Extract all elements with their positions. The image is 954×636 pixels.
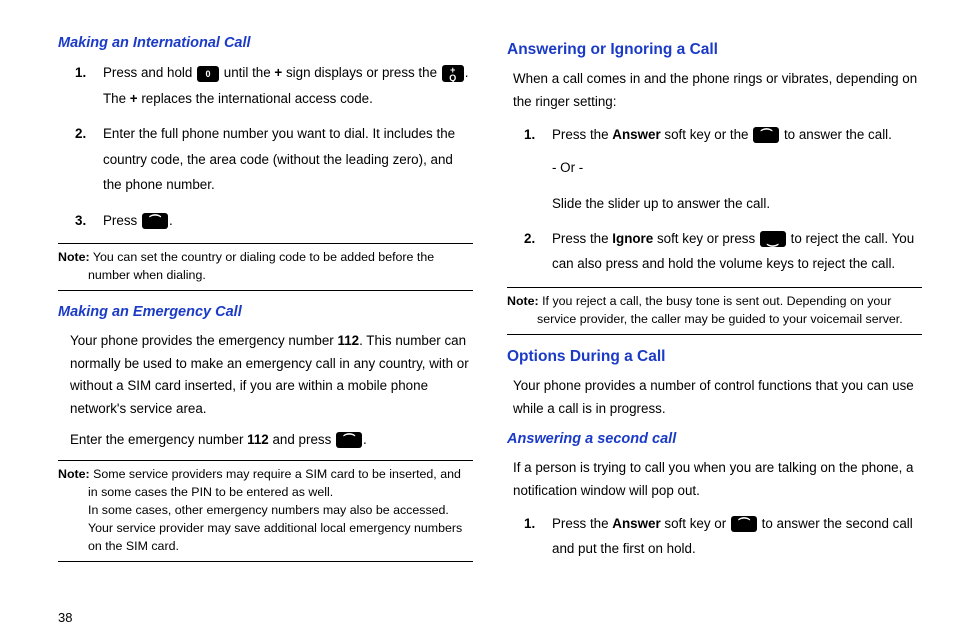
- step-1: Press the Answer soft key or the ⏜ to an…: [552, 122, 922, 216]
- note-text: If you reject a call, the busy tone is s…: [537, 294, 903, 326]
- page-number: 38: [0, 610, 954, 625]
- heading-answer-ignore: Answering or Ignoring a Call: [507, 38, 922, 62]
- note-reject-call: Note: If you reject a call, the busy ton…: [507, 287, 922, 335]
- text: Press and hold: [103, 65, 196, 80]
- text: to answer the call.: [780, 127, 892, 142]
- end-key-icon: ⏝: [760, 231, 786, 247]
- emergency-para-2: Enter the emergency number 112 and press…: [70, 429, 473, 452]
- step-1: Press the Answer soft key or ⏜ to answer…: [552, 511, 922, 562]
- note-label: Note:: [507, 294, 539, 308]
- second-call-intro: If a person is trying to call you when y…: [513, 457, 922, 503]
- text: soft key or the: [661, 127, 753, 142]
- text: Your phone provides the emergency number: [70, 333, 338, 348]
- manual-page: Making an International Call Press and h…: [0, 0, 954, 610]
- heading-intl-call: Making an International Call: [58, 32, 473, 54]
- text: Press the: [552, 516, 612, 531]
- left-column: Making an International Call Press and h…: [58, 30, 473, 600]
- text: Press: [103, 213, 141, 228]
- second-call-steps: Press the Answer soft key or ⏜ to answer…: [507, 511, 922, 562]
- heading-emergency-call: Making an Emergency Call: [58, 301, 473, 323]
- emergency-number: 112: [247, 432, 269, 447]
- step-1: Press and hold 0 until the + sign displa…: [103, 60, 473, 111]
- text: replaces the international access code.: [138, 91, 373, 106]
- text: Press the: [552, 231, 612, 246]
- text: until the: [220, 65, 274, 80]
- zero-key-icon: 0: [197, 66, 219, 82]
- note-label: Note:: [58, 467, 90, 481]
- call-key-icon: ⏜: [731, 516, 757, 532]
- text: .: [169, 213, 173, 228]
- note-sim-required: Note: Some service providers may require…: [58, 460, 473, 562]
- text: and press: [269, 432, 335, 447]
- emergency-number: 112: [338, 333, 360, 348]
- or-divider: - Or -: [552, 155, 922, 180]
- call-key-icon: ⏜: [753, 127, 779, 143]
- step-2: Press the Ignore soft key or press ⏝ to …: [552, 226, 922, 277]
- text: soft key or: [661, 516, 730, 531]
- note-text: Some service providers may require a SIM…: [88, 467, 461, 499]
- note-dialing-code: Note: You can set the country or dialing…: [58, 243, 473, 291]
- answer-key-label: Answer: [612, 127, 660, 142]
- call-key-icon: ⏜: [336, 432, 362, 448]
- slide-instruction: Slide the slider up to answer the call.: [552, 191, 922, 216]
- answer-key-label: Answer: [612, 516, 660, 531]
- emergency-para-1: Your phone provides the emergency number…: [70, 330, 473, 421]
- answer-intro: When a call comes in and the phone rings…: [513, 68, 922, 114]
- text: Press the: [552, 127, 612, 142]
- options-intro: Your phone provides a number of control …: [513, 375, 922, 421]
- intl-call-steps: Press and hold 0 until the + sign displa…: [58, 60, 473, 233]
- heading-options-during-call: Options During a Call: [507, 345, 922, 369]
- ignore-key-label: Ignore: [612, 231, 653, 246]
- note-label: Note:: [58, 250, 90, 264]
- text: .: [363, 432, 367, 447]
- text: sign displays or press the: [282, 65, 441, 80]
- plus-key-icon: +Q: [442, 65, 464, 82]
- note-text: In some cases, other emergency numbers m…: [58, 502, 473, 556]
- heading-second-call: Answering a second call: [507, 428, 922, 450]
- step-3: Press ⏜.: [103, 208, 473, 233]
- answer-steps: Press the Answer soft key or the ⏜ to an…: [507, 122, 922, 277]
- text: soft key or press: [653, 231, 759, 246]
- step-2: Enter the full phone number you want to …: [103, 121, 473, 197]
- plus-sign: +: [130, 91, 138, 106]
- text: Enter the emergency number: [70, 432, 247, 447]
- call-key-icon: ⏜: [142, 213, 168, 229]
- right-column: Answering or Ignoring a Call When a call…: [507, 30, 922, 600]
- note-text: You can set the country or dialing code …: [88, 250, 434, 282]
